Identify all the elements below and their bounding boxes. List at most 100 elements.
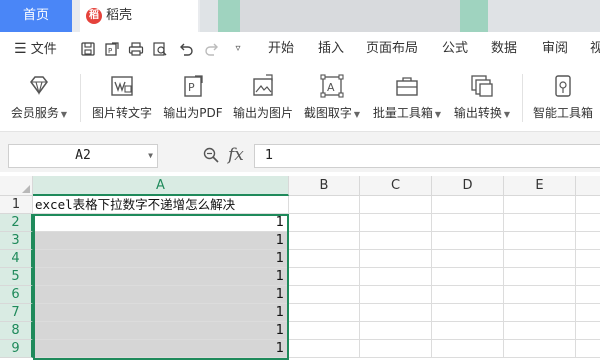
print-preview-icon[interactable]	[152, 41, 168, 57]
cell-a7[interactable]: 1	[33, 304, 289, 322]
row-header[interactable]: 8	[0, 322, 33, 340]
column-header-a[interactable]: A	[33, 176, 289, 196]
zoom-search-icon[interactable]	[202, 146, 220, 164]
cell[interactable]	[360, 304, 432, 322]
insert-function-button[interactable]: fx	[228, 144, 244, 166]
cell[interactable]	[432, 214, 504, 232]
row-header[interactable]: 3	[0, 232, 33, 250]
cell-a5[interactable]: 1	[33, 268, 289, 286]
column-header-d[interactable]: D	[432, 176, 504, 196]
export-image-button[interactable]: 输出为图片	[230, 70, 296, 128]
cell[interactable]	[360, 268, 432, 286]
image-to-text-button[interactable]: 图片转文字	[88, 70, 156, 128]
cell[interactable]	[504, 214, 576, 232]
column-header-e[interactable]: E	[504, 176, 576, 196]
cell[interactable]	[432, 232, 504, 250]
cell[interactable]	[432, 196, 504, 214]
menu-item[interactable]: 数据	[491, 32, 517, 66]
undo-icon[interactable]	[178, 41, 194, 57]
cell[interactable]	[289, 250, 360, 268]
cell[interactable]	[504, 232, 576, 250]
cell[interactable]	[432, 268, 504, 286]
export-pdf-button[interactable]: P 输出为PDF	[160, 70, 226, 128]
name-box[interactable]: A2 ▼	[8, 144, 158, 168]
cell[interactable]	[289, 322, 360, 340]
tab-docer[interactable]: 稻 稻壳	[80, 0, 198, 32]
batch-toolbox-button[interactable]: 批量工具箱 ▼	[370, 70, 444, 128]
cell[interactable]	[576, 250, 600, 268]
cell[interactable]	[432, 304, 504, 322]
cell[interactable]	[289, 340, 360, 358]
member-service-button[interactable]: 会员服务 ▼	[6, 70, 72, 128]
cell[interactable]	[504, 340, 576, 358]
cell[interactable]	[432, 340, 504, 358]
cell[interactable]	[576, 286, 600, 304]
cell[interactable]	[360, 340, 432, 358]
formula-input[interactable]: 1	[254, 144, 600, 168]
column-header-c[interactable]: C	[360, 176, 432, 196]
menu-item[interactable]: 公式	[442, 32, 468, 66]
menu-item[interactable]: 视	[590, 32, 600, 66]
cell[interactable]	[576, 322, 600, 340]
cell[interactable]	[360, 196, 432, 214]
redo-icon[interactable]	[204, 41, 220, 57]
cell[interactable]	[504, 268, 576, 286]
row-header[interactable]: 6	[0, 286, 33, 304]
tab-home[interactable]: 首页	[0, 0, 72, 32]
file-menu[interactable]: ☰ 文件	[14, 32, 57, 66]
menu-item[interactable]: 页面布局	[366, 32, 418, 66]
row-header[interactable]: 5	[0, 268, 33, 286]
row-header[interactable]: 2	[0, 214, 33, 232]
export-icon[interactable]: P	[104, 41, 120, 57]
cell[interactable]	[289, 232, 360, 250]
cell[interactable]	[576, 268, 600, 286]
row-header[interactable]: 1	[0, 196, 33, 214]
save-icon[interactable]	[80, 41, 96, 57]
cell[interactable]	[576, 304, 600, 322]
cell[interactable]	[289, 214, 360, 232]
cell-a4[interactable]: 1	[33, 250, 289, 268]
smart-toolbox-button[interactable]: 智能工具箱	[530, 70, 596, 128]
cell-a6[interactable]: 1	[33, 286, 289, 304]
output-convert-button[interactable]: 输出转换 ▼	[450, 70, 514, 128]
cell[interactable]	[360, 286, 432, 304]
cell[interactable]	[504, 322, 576, 340]
cell[interactable]	[289, 286, 360, 304]
menu-item[interactable]: 插入	[318, 32, 344, 66]
cell-a8[interactable]: 1	[33, 322, 289, 340]
cell[interactable]	[576, 232, 600, 250]
cell[interactable]	[576, 340, 600, 358]
cell[interactable]	[289, 304, 360, 322]
cell[interactable]	[289, 196, 360, 214]
row-header[interactable]: 7	[0, 304, 33, 322]
row-header[interactable]: 4	[0, 250, 33, 268]
cell[interactable]	[360, 250, 432, 268]
cell[interactable]	[504, 286, 576, 304]
screenshot-ocr-button[interactable]: A 截图取字 ▼	[300, 70, 364, 128]
cell[interactable]	[432, 286, 504, 304]
row-header[interactable]: 9	[0, 340, 33, 358]
cell[interactable]	[432, 322, 504, 340]
cell[interactable]	[432, 250, 504, 268]
chevron-down-icon[interactable]: ▼	[148, 145, 153, 167]
cell[interactable]	[504, 196, 576, 214]
cell[interactable]	[576, 196, 600, 214]
cell[interactable]	[360, 214, 432, 232]
cell[interactable]	[360, 232, 432, 250]
cell[interactable]	[289, 268, 360, 286]
column-header-b[interactable]: B	[289, 176, 360, 196]
menu-item[interactable]: 审阅	[542, 32, 568, 66]
cell[interactable]	[360, 322, 432, 340]
cell-a3[interactable]: 1	[33, 232, 289, 250]
cell-a1[interactable]: excel表格下拉数字不递增怎么解决	[33, 196, 289, 214]
print-icon[interactable]	[128, 41, 144, 57]
cell-a2[interactable]: 1	[33, 214, 289, 232]
menu-item[interactable]: 开始	[268, 32, 294, 66]
select-all-corner[interactable]	[0, 176, 33, 196]
cell-a9[interactable]: 1	[33, 340, 289, 358]
cell[interactable]	[504, 250, 576, 268]
customize-quick-access-icon[interactable]: ▿	[230, 41, 246, 57]
cell[interactable]	[504, 304, 576, 322]
convert-icon	[471, 75, 493, 97]
cell[interactable]	[576, 214, 600, 232]
